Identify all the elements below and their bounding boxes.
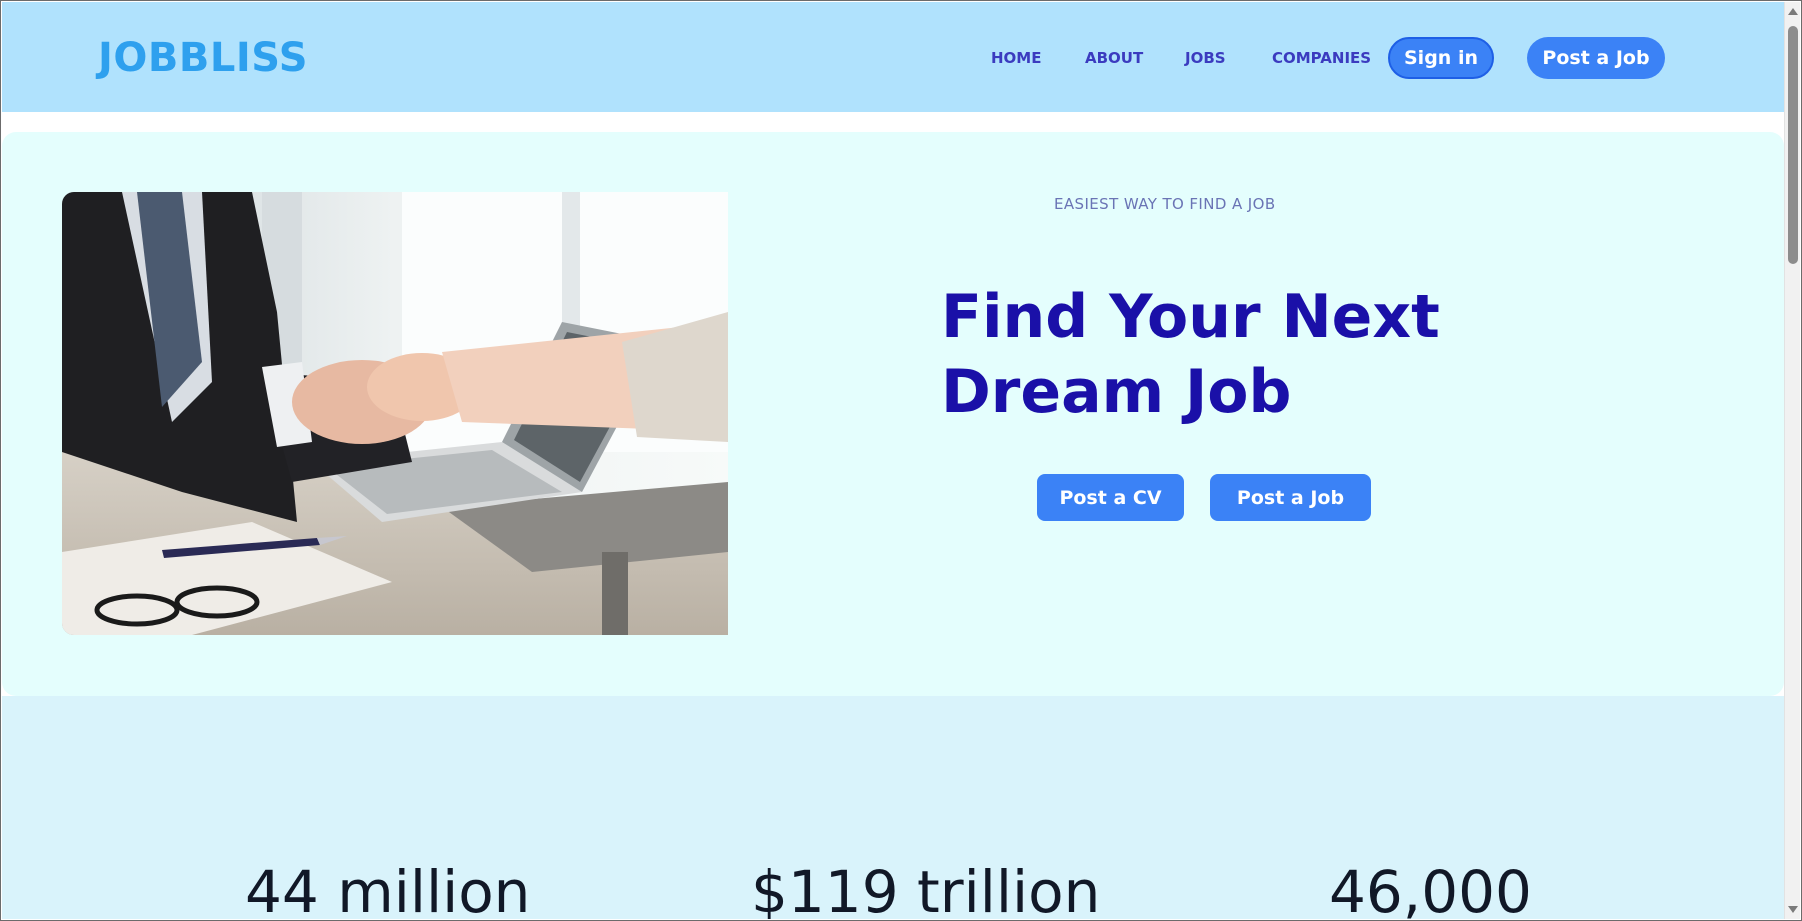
hero-section: EASIEST WAY TO FIND A JOB Find Your Next… [2, 132, 1784, 696]
scroll-up-arrow-icon[interactable] [1788, 8, 1798, 15]
nav-companies[interactable]: COMPANIES [1272, 49, 1371, 67]
nav-jobs[interactable]: JOBS [1185, 49, 1226, 67]
hero-headline: Find Your Next Dream Job [941, 282, 1440, 427]
stat-value: 46,000 [1329, 858, 1532, 919]
site-header: JOBBLISS HOME ABOUT JOBS COMPANIES Sign … [2, 2, 1784, 112]
nav-about[interactable]: ABOUT [1085, 49, 1143, 67]
page-viewport: JOBBLISS HOME ABOUT JOBS COMPANIES Sign … [2, 2, 1784, 919]
post-cv-button[interactable]: Post a CV [1037, 474, 1184, 521]
handshake-photo [62, 192, 728, 635]
scroll-down-arrow-icon[interactable] [1788, 906, 1798, 913]
stats-section: 44 million $119 trillion 46,000 [2, 696, 1784, 919]
scroll-thumb[interactable] [1788, 26, 1798, 264]
stat-value: 44 million [245, 858, 531, 919]
hero-eyebrow: EASIEST WAY TO FIND A JOB [1054, 195, 1276, 213]
vertical-scrollbar[interactable] [1784, 2, 1800, 919]
stat-value: $119 trillion [751, 858, 1101, 919]
sign-in-button[interactable]: Sign in [1388, 37, 1494, 79]
hero-post-job-button[interactable]: Post a Job [1210, 474, 1371, 521]
header-post-job-button[interactable]: Post a Job [1527, 37, 1665, 79]
site-logo[interactable]: JOBBLISS [98, 35, 308, 81]
nav-home[interactable]: HOME [991, 49, 1041, 67]
